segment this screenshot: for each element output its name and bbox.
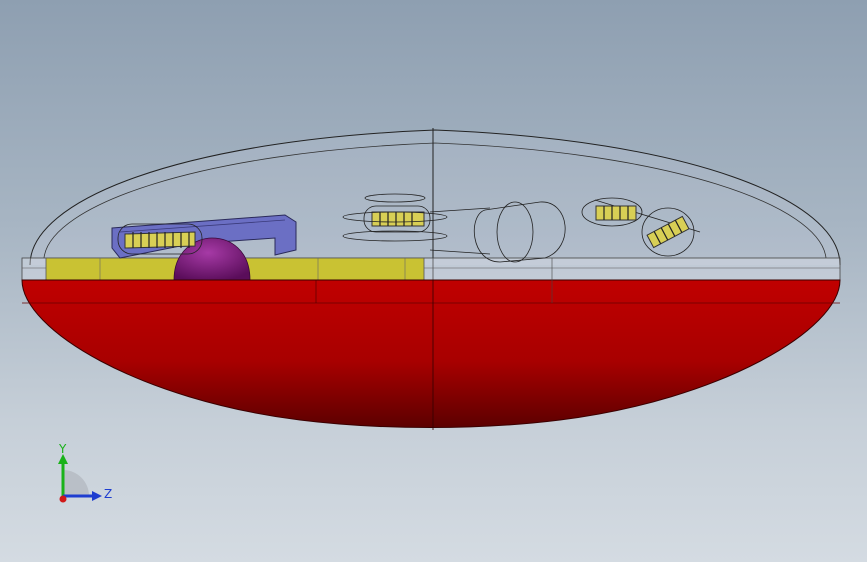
bottom-shell[interactable]: [21, 279, 841, 428]
coil-right[interactable]: [595, 205, 637, 221]
cad-model[interactable]: [0, 0, 867, 562]
y-axis-label: Y: [58, 442, 67, 456]
coordinate-triad[interactable]: Y Z: [40, 438, 120, 518]
cad-viewport[interactable]: Y Z: [0, 0, 867, 562]
triad-plane: [63, 470, 89, 496]
z-axis-arrowhead: [92, 491, 102, 501]
x-axis-dot: [59, 495, 67, 503]
z-axis-label: Z: [104, 487, 112, 501]
